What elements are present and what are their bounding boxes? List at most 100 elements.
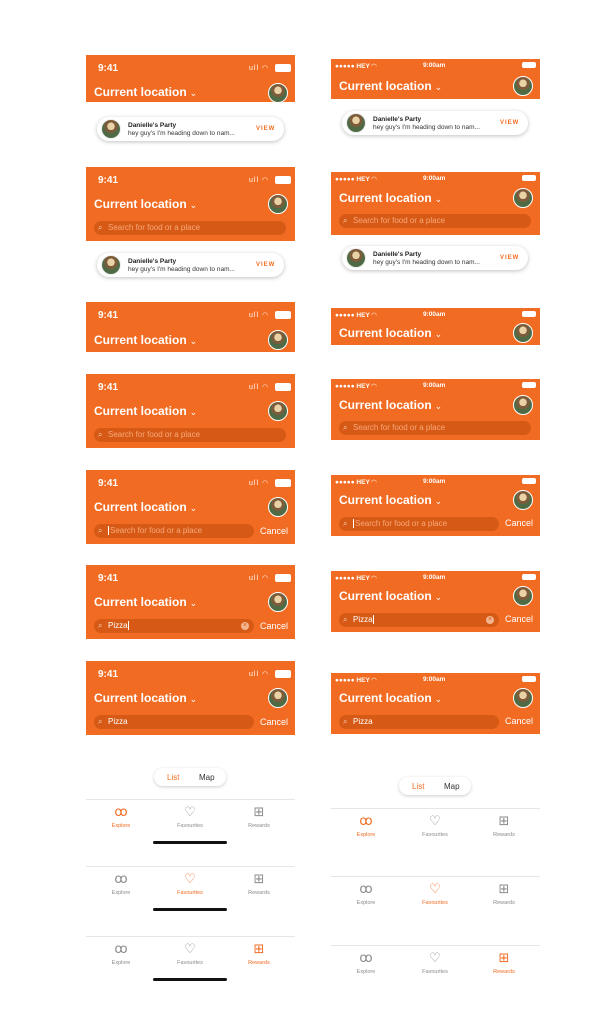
search-input[interactable]: ⌕ Search for food or a place [94,221,286,235]
avatar[interactable] [513,490,533,510]
battery-icon [522,311,536,317]
tab-label: Explore [111,960,131,966]
tab-favourites[interactable]: ♡ Favourites [405,877,465,906]
current-location-button[interactable]: Current location ⌄ [94,85,197,99]
tab-favourites[interactable]: ♡ Favourites [405,809,465,838]
current-location-button[interactable]: Current location ⌄ [339,589,442,603]
cancel-button[interactable]: Cancel [505,716,533,726]
avatar[interactable] [513,76,533,96]
cancel-button[interactable]: Cancel [505,518,533,528]
tab-favourites[interactable]: ♡ Favourites [160,800,220,829]
home-indicator [153,908,227,911]
tab-rewards[interactable]: ⊞ Rewards [229,800,289,829]
tab-explore[interactable]: ꝏ Explore [91,800,151,829]
avatar[interactable] [268,592,288,612]
cancel-button[interactable]: Cancel [260,526,288,536]
status-time: 9:00am [423,382,446,389]
map-option[interactable]: Map [199,773,215,782]
status-time: 9:41 [98,63,119,74]
current-location-button[interactable]: Current location ⌄ [94,500,197,514]
tab-favourites[interactable]: ♡ Favourites [405,946,465,975]
current-location-button[interactable]: Current location ⌄ [339,326,442,340]
current-location-button[interactable]: Current location ⌄ [339,691,442,705]
tab-favourites[interactable]: ♡ Favourites [160,867,220,896]
tab-bar-explore: ꝏ Explore ♡ Favourites ⊞ Rewards [331,808,540,844]
list-option[interactable]: List [412,782,424,791]
notification-card[interactable]: Danielle's Party hey guy's I'm heading d… [97,253,284,277]
cancel-button[interactable]: Cancel [505,614,533,624]
avatar[interactable] [268,194,288,214]
tab-label: Explore [356,832,376,838]
signal-wifi-icon: ull ◠ [249,671,270,678]
current-location-button[interactable]: Current location ⌄ [94,197,197,211]
tab-rewards[interactable]: ⊞ Rewards [474,809,534,838]
search-input[interactable]: ⌕ Search for food or a place [94,428,286,442]
tab-rewards[interactable]: ⊞ Rewards [474,877,534,906]
cancel-button[interactable]: Cancel [260,621,288,631]
search-icon: ⌕ [343,717,348,726]
avatar[interactable] [268,330,288,350]
header-r3: ●●●●● HEY ◠ 9:00am Current location ⌄ [331,308,540,345]
heart-icon: ♡ [184,941,196,956]
search-input[interactable]: ⌕ Search for food or a place [339,517,499,531]
avatar[interactable] [268,497,288,517]
current-location-button[interactable]: Current location ⌄ [94,691,197,705]
tab-explore[interactable]: ꝏ Explore [336,809,396,838]
notification-view-button[interactable]: VIEW [256,262,275,268]
header-l3: 9:41 ull ◠ Current location ⌄ [86,302,295,352]
search-input[interactable]: ⌕ Pizza [339,715,499,729]
list-map-toggle[interactable]: List Map [399,777,471,795]
status-time: 9:41 [98,310,119,321]
avatar[interactable] [513,395,533,415]
text-cursor [127,621,129,631]
notification-card[interactable]: Danielle's Party hey guy's I'm heading d… [342,246,528,270]
search-input[interactable]: ⌕ Search for food or a place [339,214,531,228]
notification-card[interactable]: Danielle's Party hey guy's I'm heading d… [97,117,284,141]
tab-explore[interactable]: ꝏ Explore [336,946,396,975]
notification-view-button[interactable]: VIEW [256,126,275,132]
clear-icon[interactable]: × [241,622,249,630]
clear-icon[interactable]: × [486,616,494,624]
tab-rewards[interactable]: ⊞ Rewards [474,946,534,975]
current-location-button[interactable]: Current location ⌄ [339,79,442,93]
tab-label: Favourites [177,960,203,966]
avatar[interactable] [513,323,533,343]
current-location-button[interactable]: Current location ⌄ [339,493,442,507]
gift-icon: ⊞ [498,813,510,828]
map-option[interactable]: Map [444,782,460,791]
avatar[interactable] [513,188,533,208]
notification-view-button[interactable]: VIEW [500,120,519,126]
carrier: ●●●●● HEY ◠ [335,575,377,582]
current-location-button[interactable]: Current location ⌄ [94,595,197,609]
current-location-button[interactable]: Current location ⌄ [339,398,442,412]
notification-view-button[interactable]: VIEW [500,255,519,261]
search-input[interactable]: ⌕ Pizza × [94,619,254,633]
list-option[interactable]: List [167,773,179,782]
search-input[interactable]: ⌕ Search for food or a place [94,524,254,538]
search-input[interactable]: ⌕ Pizza [94,715,254,729]
notification-card[interactable]: Danielle's Party hey guy's I'm heading d… [342,111,528,135]
tab-bar-explore: ꝏ Explore ♡ Favourites ⊞ Rewards [86,799,295,845]
tab-rewards[interactable]: ⊞ Rewards [229,937,289,966]
current-location-button[interactable]: Current location ⌄ [94,404,197,418]
search-input[interactable]: ⌕ Search for food or a place [339,421,531,435]
signal-wifi-icon: ull ◠ [249,177,270,184]
avatar[interactable] [268,688,288,708]
tab-explore[interactable]: ꝏ Explore [91,867,151,896]
current-location-button[interactable]: Current location ⌄ [94,333,197,347]
signal-wifi-icon: ull ◠ [249,312,270,319]
avatar[interactable] [513,688,533,708]
tab-rewards[interactable]: ⊞ Rewards [229,867,289,896]
search-input[interactable]: ⌕ Pizza × [339,613,499,627]
list-map-toggle[interactable]: List Map [154,768,226,786]
tab-explore[interactable]: ꝏ Explore [336,877,396,906]
avatar[interactable] [513,586,533,606]
tab-favourites[interactable]: ♡ Favourites [160,937,220,966]
avatar[interactable] [268,83,288,102]
tab-bar-rewards: ꝏ Explore ♡ Favourites ⊞ Rewards [86,936,295,982]
status-time: 9:00am [423,478,446,485]
tab-explore[interactable]: ꝏ Explore [91,937,151,966]
current-location-button[interactable]: Current location ⌄ [339,191,442,205]
cancel-button[interactable]: Cancel [260,717,288,727]
avatar[interactable] [268,401,288,421]
